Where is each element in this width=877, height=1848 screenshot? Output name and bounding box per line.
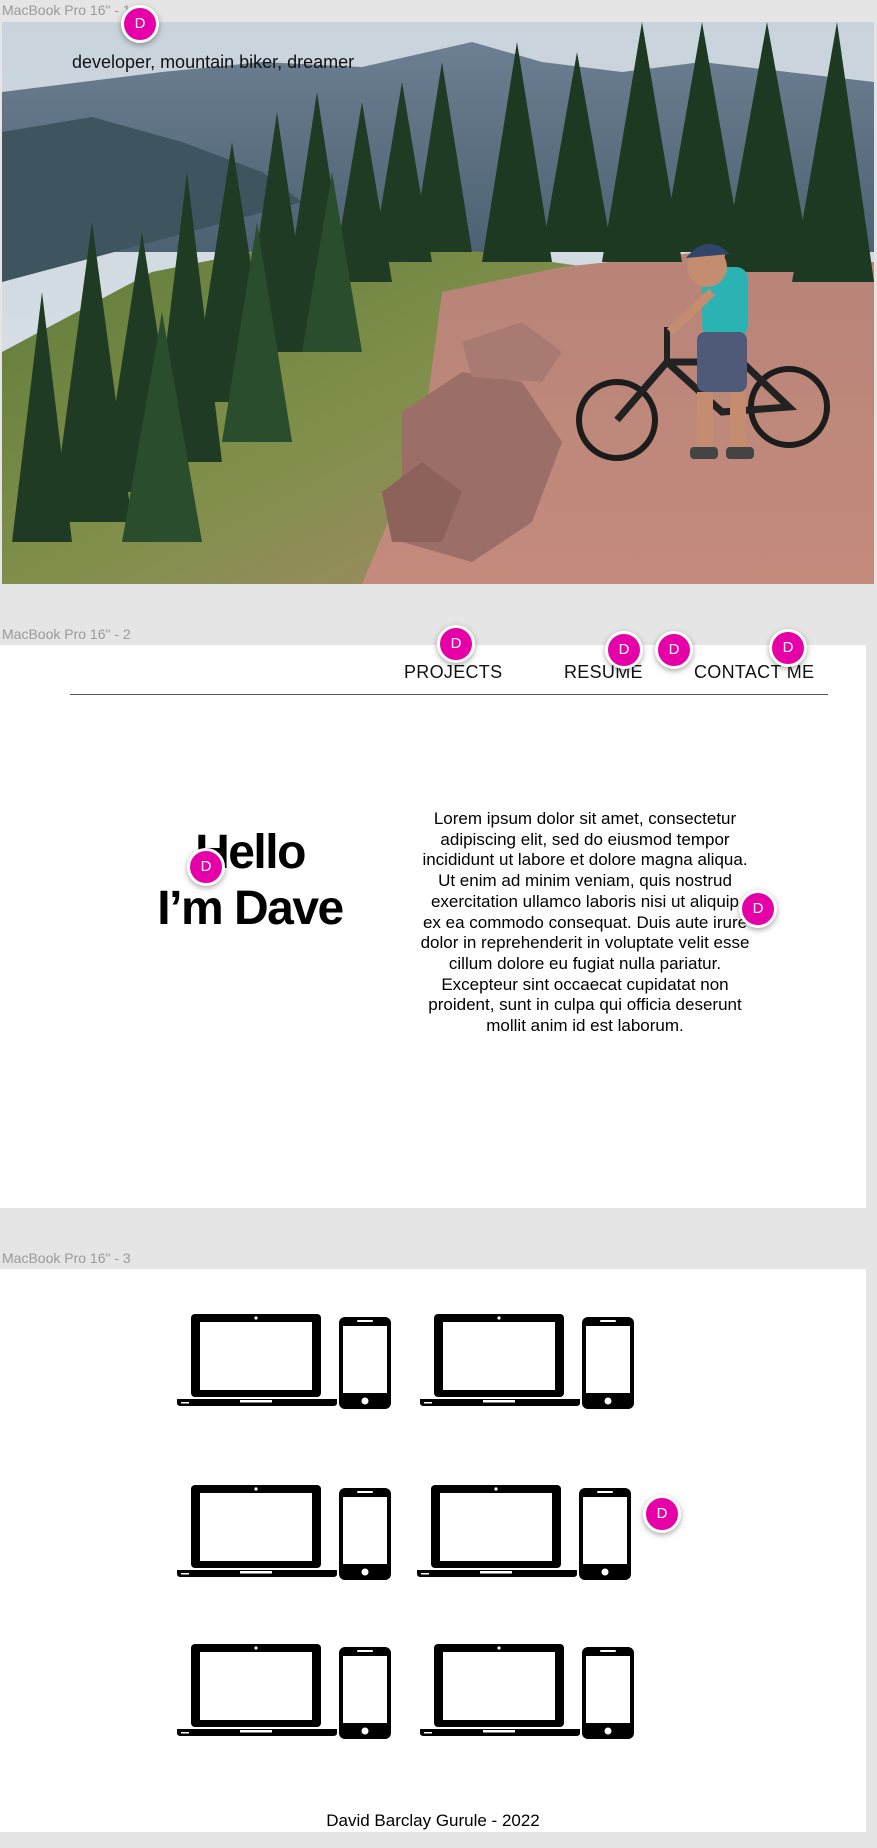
frame-hero[interactable]: developer, mountain biker, dreamer [2, 22, 874, 584]
collaborator-avatar[interactable]: D [187, 848, 225, 886]
footer-credit: David Barclay Gurule - 2022 [326, 1811, 540, 1830]
nav-divider [70, 694, 828, 695]
frame-label-2: MacBook Pro 16" - 2 [2, 626, 131, 642]
laptop-phone-icon[interactable] [177, 1641, 399, 1741]
laptop-phone-icon[interactable] [420, 1311, 642, 1411]
laptop-phone-icon[interactable] [420, 1641, 642, 1741]
collaborator-avatar[interactable]: D [437, 625, 475, 663]
laptop-phone-icon[interactable] [177, 1311, 399, 1411]
intro-body-text: Lorem ipsum dolor sit amet, consectetur … [420, 809, 750, 1036]
frame-label-3: MacBook Pro 16" - 3 [2, 1250, 131, 1266]
collaborator-avatar[interactable]: D [655, 631, 693, 669]
collaborator-avatar[interactable]: D [121, 5, 159, 43]
intro-heading-line2: I’m Dave [157, 882, 344, 935]
intro-heading: Hello I’m Dave [150, 825, 350, 937]
hero-tagline: developer, mountain biker, dreamer [72, 52, 355, 72]
mountain-biker-photo [2, 22, 874, 584]
nav-contact-link[interactable]: CONTACT ME [694, 662, 814, 683]
collaborator-avatar[interactable]: D [605, 631, 643, 669]
laptop-phone-icon[interactable] [177, 1482, 399, 1582]
collaborator-avatar[interactable]: D [769, 629, 807, 667]
collaborator-avatar[interactable]: D [643, 1495, 681, 1533]
frame-projects[interactable]: David Barclay Gurule - 2022 [0, 1269, 866, 1832]
collaborator-avatar[interactable]: D [739, 890, 777, 928]
frame-intro[interactable]: PROJECTS RESUME CONTACT ME Hello I’m Dav… [0, 645, 866, 1208]
laptop-phone-icon[interactable] [417, 1482, 639, 1582]
nav-projects-link[interactable]: PROJECTS [404, 662, 502, 683]
frame-label-1: MacBook Pro 16" - 1 [2, 2, 131, 18]
intro-heading-line1: Hello [195, 826, 306, 879]
